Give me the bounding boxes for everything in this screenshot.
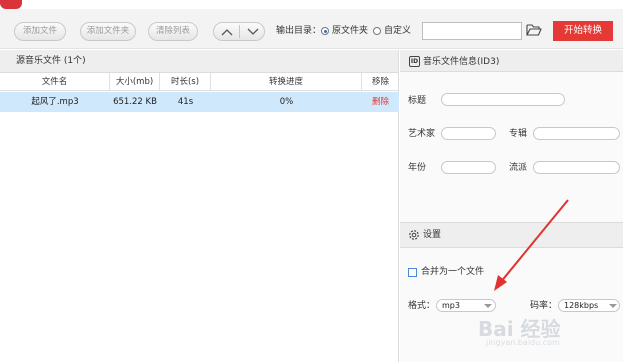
- id-icon: ID: [409, 56, 420, 67]
- move-down-button[interactable]: [240, 23, 265, 40]
- cell-duration: 41s: [177, 97, 194, 107]
- folder-open-icon: [526, 24, 542, 36]
- label-year: 年份: [408, 163, 427, 173]
- format-label: 格式：: [408, 301, 436, 311]
- chevron-down-icon: [484, 304, 492, 308]
- album-input[interactable]: [533, 127, 620, 140]
- settings-title: 设置: [423, 230, 442, 240]
- label-album: 专辑: [509, 129, 528, 139]
- title-input[interactable]: [441, 93, 565, 106]
- radio-source-folder[interactable]: [321, 27, 329, 35]
- column-header-filename[interactable]: 文件名: [0, 73, 110, 91]
- output-path-input[interactable]: [422, 22, 522, 40]
- label-title: 标题: [408, 96, 427, 106]
- label-genre: 流派: [509, 163, 528, 173]
- gear-icon: [408, 229, 420, 241]
- clear-list-button[interactable]: 清除列表: [148, 22, 198, 41]
- watermark-url: jingyan.baidu.com: [486, 338, 560, 347]
- table-row[interactable]: 起风了.mp3 651.22 KB 41s 0% 删除: [0, 92, 399, 112]
- chevron-down-icon: [609, 304, 617, 308]
- year-input[interactable]: [441, 161, 496, 174]
- artist-input[interactable]: [441, 127, 496, 140]
- column-header-duration[interactable]: 时长(s): [160, 73, 211, 91]
- radio-custom[interactable]: [373, 27, 381, 35]
- cell-size: 651.22 KB: [113, 97, 157, 107]
- move-up-button[interactable]: [214, 23, 239, 40]
- output-dir-label: 输出目录：: [276, 26, 322, 36]
- id3-title: 音乐文件信息(ID3): [423, 57, 500, 67]
- add-file-button[interactable]: 添加文件: [14, 22, 66, 41]
- move-buttons: [213, 22, 265, 41]
- column-header-progress[interactable]: 转换进度: [211, 73, 362, 91]
- column-header-size[interactable]: 大小(mb): [110, 73, 160, 91]
- bitrate-label: 码率：: [530, 301, 558, 311]
- radio-source-folder-label: 原文件夹: [332, 26, 369, 36]
- merge-label: 合并为一个文件: [421, 267, 485, 277]
- start-convert-button[interactable]: 开始转换: [553, 21, 613, 41]
- format-value: mp3: [442, 301, 460, 310]
- radio-custom-label: 自定义: [384, 26, 412, 36]
- cell-filename: 起风了.mp3: [31, 97, 79, 107]
- cell-progress: 0%: [279, 97, 294, 107]
- genre-input[interactable]: [533, 161, 620, 174]
- chevron-down-icon: [247, 28, 258, 35]
- annotation-arrow: [494, 199, 569, 291]
- file-list-title: 源音乐文件 (1个): [0, 50, 398, 73]
- bitrate-value: 128kbps: [564, 301, 599, 310]
- label-artist: 艺术家: [408, 129, 436, 139]
- browse-folder-button[interactable]: [526, 23, 542, 37]
- remove-link[interactable]: 删除: [362, 92, 399, 112]
- app-logo: [0, 0, 22, 9]
- merge-checkbox[interactable]: [408, 268, 417, 277]
- add-folder-button[interactable]: 添加文件夹: [80, 22, 136, 41]
- chevron-up-icon: [221, 28, 232, 35]
- column-header-remove[interactable]: 移除: [362, 73, 399, 91]
